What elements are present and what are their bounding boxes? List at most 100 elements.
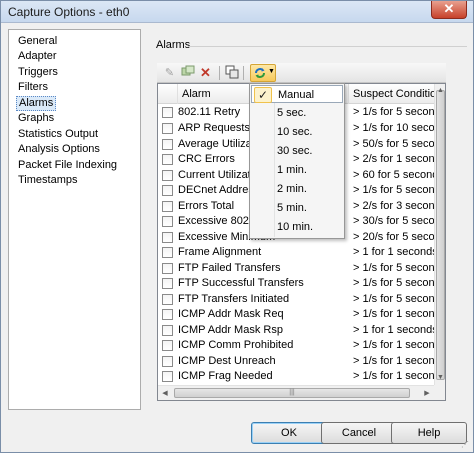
nav-item-analysis-options[interactable]: Analysis Options <box>16 142 102 157</box>
alarm-checkbox[interactable] <box>162 371 173 382</box>
menu-item-label: 5 sec. <box>277 107 307 119</box>
alarm-condition: > 1/s for 10 seconds <box>353 122 445 134</box>
section-title: Alarms <box>156 39 191 51</box>
menu-item-10-sec[interactable]: 10 sec. <box>251 123 343 141</box>
nav-item-general[interactable]: General <box>16 34 59 49</box>
table-row[interactable]: ICMP Addr Mask Req > 1/s for 1 seconds <box>158 307 445 322</box>
alarm-condition: > 1/s for 5 seconds <box>353 293 445 305</box>
alarm-condition: > 50/s for 5 seconds <box>353 138 445 150</box>
menu-item-label: 30 sec. <box>277 145 313 157</box>
menu-item-2-min[interactable]: 2 min. <box>251 180 343 198</box>
alarm-checkbox[interactable] <box>162 294 173 305</box>
alarm-checkbox[interactable] <box>162 201 173 212</box>
alarm-condition: > 2/s for 3 seconds <box>353 200 445 212</box>
nav-item-filters[interactable]: Filters <box>16 80 50 95</box>
menu-item-label: 1 min. <box>277 164 307 176</box>
alarm-checkbox[interactable] <box>162 340 173 351</box>
column-header-suspect-condition[interactable]: Suspect Condition <box>349 84 445 104</box>
help-button[interactable]: Help <box>391 422 467 444</box>
table-row[interactable]: FTP Transfers Initiated > 1/s for 5 secon… <box>158 292 445 307</box>
alarm-checkbox[interactable] <box>162 263 173 274</box>
alarm-checkbox[interactable] <box>162 247 173 258</box>
scroll-left-icon[interactable]: ◀ <box>158 386 172 400</box>
alarm-condition: > 20/s for 5 seconds <box>353 231 445 243</box>
alarm-checkbox[interactable] <box>162 139 173 150</box>
table-row[interactable]: FTP Failed Transfers > 1/s for 5 seconds <box>158 261 445 276</box>
table-row[interactable]: ICMP Frag Needed > 1/s for 1 seconds <box>158 369 445 384</box>
alarm-condition: > 2/s for 1 seconds <box>353 153 445 165</box>
alarm-name: ICMP Frag Needed <box>178 370 273 382</box>
scroll-down-icon[interactable]: ▼ <box>435 371 445 385</box>
checkmark-icon: ✓ <box>254 87 272 103</box>
refresh-icon <box>255 68 265 78</box>
menu-item-label: 10 min. <box>277 221 314 233</box>
grip-icon: ||| <box>289 389 295 396</box>
close-icon: ✕ <box>443 1 455 16</box>
toolbar-separator <box>243 66 244 80</box>
horizontal-scrollbar[interactable]: ◀ ||| ▶ <box>158 385 434 400</box>
select-icon[interactable] <box>223 65 240 81</box>
nav-item-triggers[interactable]: Triggers <box>16 65 60 80</box>
alarm-checkbox[interactable] <box>162 170 173 181</box>
nav-item-statistics-output[interactable]: Statistics Output <box>16 127 100 142</box>
table-row[interactable]: Frame Alignment > 1 for 1 seconds <box>158 245 438 260</box>
close-button[interactable]: ✕ <box>431 1 467 19</box>
menu-item-5-min[interactable]: 5 min. <box>251 199 343 217</box>
table-row[interactable]: ICMP Comm Prohibited > 1/s for 1 seconds <box>158 338 445 353</box>
refresh-interval-menu: ✓ Manual 5 sec. 10 sec. 30 sec. 1 min. 2… <box>249 83 345 239</box>
alarm-name: FTP Transfers Initiated <box>178 293 290 305</box>
menu-item-label: Manual <box>278 89 315 101</box>
menu-item-manual[interactable]: ✓ Manual <box>251 85 343 103</box>
duplicate-icon[interactable] <box>179 65 196 81</box>
horizontal-scroll-thumb[interactable]: ||| <box>174 388 410 398</box>
vertical-scrollbar[interactable]: ▲ ▼ <box>434 84 445 385</box>
alarm-checkbox[interactable] <box>162 185 173 196</box>
table-row[interactable]: FTP Successful Transfers > 1/s for 5 seco… <box>158 276 445 291</box>
table-row[interactable]: ICMP Dest Unreach > 1/s for 1 seconds <box>158 354 445 369</box>
menu-item-30-sec[interactable]: 30 sec. <box>251 142 343 160</box>
menu-item-1-min[interactable]: 1 min. <box>251 161 343 179</box>
alarm-condition: > 1/s for 5 seconds <box>353 106 445 118</box>
edit-icon[interactable]: ✎ <box>161 65 178 81</box>
cancel-button[interactable]: Cancel <box>321 422 397 444</box>
alarm-checkbox[interactable] <box>162 356 173 367</box>
alarm-checkbox[interactable] <box>162 325 173 336</box>
alarm-checkbox[interactable] <box>162 107 173 118</box>
alarm-name: ICMP Comm Prohibited <box>178 339 294 351</box>
resize-grip-icon[interactable]: ⋰ <box>461 440 471 450</box>
table-row[interactable]: ICMP Addr Mask Rsp > 1 for 1 seconds <box>158 323 438 338</box>
alarm-condition: > 1 for 1 seconds <box>353 324 438 336</box>
scrollbar-corner <box>434 385 445 400</box>
alarm-condition: > 1 for 1 seconds <box>353 246 438 258</box>
refresh-dropdown-button[interactable]: ▼ <box>250 64 276 82</box>
options-nav-list: General Adapter Triggers Filters Alarms … <box>8 29 141 410</box>
alarm-name: ICMP Addr Mask Req <box>178 308 284 320</box>
scroll-up-icon[interactable]: ▲ <box>435 84 445 98</box>
vertical-scroll-thumb[interactable] <box>436 90 445 380</box>
alarm-checkbox[interactable] <box>162 216 173 227</box>
alarm-checkbox[interactable] <box>162 278 173 289</box>
chevron-down-icon: ▼ <box>268 68 275 75</box>
nav-item-alarms[interactable]: Alarms <box>16 96 57 111</box>
nav-item-timestamps[interactable]: Timestamps <box>16 173 80 188</box>
ok-button[interactable]: OK <box>251 422 327 444</box>
alarm-checkbox[interactable] <box>162 154 173 165</box>
alarm-checkbox[interactable] <box>162 232 173 243</box>
alarm-condition: > 1/s for 1 seconds <box>353 355 445 367</box>
menu-item-label: 5 min. <box>277 202 307 214</box>
alarm-condition: > 1/s for 5 seconds <box>353 184 445 196</box>
nav-item-packet-file-indexing[interactable]: Packet File Indexing <box>16 158 119 173</box>
nav-item-graphs[interactable]: Graphs <box>16 111 56 126</box>
nav-item-adapter[interactable]: Adapter <box>16 49 59 64</box>
menu-item-label: 10 sec. <box>277 126 313 138</box>
alarms-toolbar: ✎ ✕ ▼ <box>157 63 446 83</box>
toolbar-separator <box>219 66 220 80</box>
menu-item-10-min[interactable]: 10 min. <box>251 218 343 236</box>
alarm-checkbox[interactable] <box>162 309 173 320</box>
title-bar: Capture Options - eth0 ✕ <box>1 1 473 23</box>
delete-icon[interactable]: ✕ <box>197 65 214 81</box>
alarm-name: ICMP Addr Mask Rsp <box>178 324 283 336</box>
scroll-right-icon[interactable]: ▶ <box>420 386 434 400</box>
menu-item-5-sec[interactable]: 5 sec. <box>251 104 343 122</box>
alarm-checkbox[interactable] <box>162 123 173 134</box>
